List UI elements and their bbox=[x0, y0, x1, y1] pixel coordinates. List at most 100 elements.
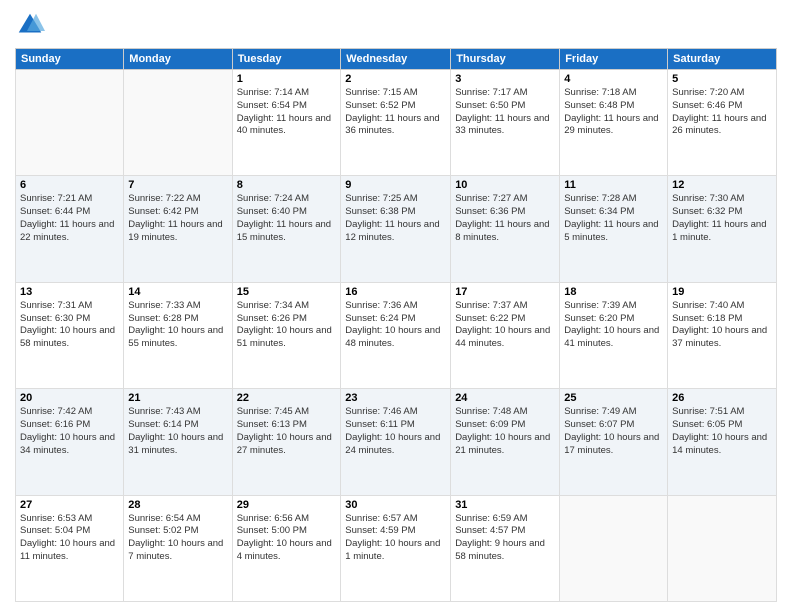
calendar-cell: 9 Sunrise: 7:25 AMSunset: 6:38 PMDaylight… bbox=[341, 176, 451, 282]
day-number: 11 bbox=[564, 179, 663, 191]
calendar-cell: 24Sunrise: 7:48 AMSunset: 6:09 PMDayligh… bbox=[451, 389, 560, 495]
cell-content: Sunrise: 7:22 AMSunset: 6:42 PMDaylight:… bbox=[128, 193, 227, 244]
calendar-cell bbox=[16, 70, 124, 176]
cell-content: Sunrise: 7:27 AMSunset: 6:36 PMDaylight:… bbox=[455, 193, 555, 244]
day-number: 21 bbox=[128, 392, 227, 404]
header-row: SundayMondayTuesdayWednesdayThursdayFrid… bbox=[16, 49, 777, 70]
calendar-cell: 12 Sunrise: 7:30 AMSunset: 6:32 PMDayligh… bbox=[668, 176, 777, 282]
logo bbox=[15, 10, 48, 40]
calendar-cell: 20Sunrise: 7:42 AMSunset: 6:16 PMDayligh… bbox=[16, 389, 124, 495]
cell-content: Sunrise: 7:31 AMSunset: 6:30 PMDaylight:… bbox=[20, 300, 119, 351]
calendar-cell: 26 Sunrise: 7:51 AMSunset: 6:05 PMDayligh… bbox=[668, 389, 777, 495]
day-header-friday: Friday bbox=[560, 49, 668, 70]
cell-content: Sunrise: 7:33 AMSunset: 6:28 PMDaylight:… bbox=[128, 300, 227, 351]
day-number: 18 bbox=[564, 286, 663, 298]
cell-content: Sunrise: 6:53 AMSunset: 5:04 PMDaylight:… bbox=[20, 513, 119, 564]
calendar-cell: 14 Sunrise: 7:33 AMSunset: 6:28 PMDayligh… bbox=[124, 282, 232, 388]
cell-content: Sunrise: 7:51 AMSunset: 6:05 PMDaylight:… bbox=[672, 406, 772, 457]
calendar-cell: 11 Sunrise: 7:28 AMSunset: 6:34 PMDayligh… bbox=[560, 176, 668, 282]
calendar-cell: 10 Sunrise: 7:27 AMSunset: 6:36 PMDayligh… bbox=[451, 176, 560, 282]
calendar-cell bbox=[124, 70, 232, 176]
day-number: 14 bbox=[128, 286, 227, 298]
calendar-cell: 15Sunrise: 7:34 AMSunset: 6:26 PMDayligh… bbox=[232, 282, 341, 388]
calendar-cell: 7 Sunrise: 7:22 AMSunset: 6:42 PMDaylight… bbox=[124, 176, 232, 282]
header bbox=[15, 10, 777, 40]
calendar-week-1: 1 Sunrise: 7:14 AMSunset: 6:54 PMDaylight… bbox=[16, 70, 777, 176]
day-number: 4 bbox=[564, 73, 663, 85]
calendar-table: SundayMondayTuesdayWednesdayThursdayFrid… bbox=[15, 48, 777, 602]
day-number: 2 bbox=[345, 73, 446, 85]
calendar-cell: 30Sunrise: 6:57 AMSunset: 4:59 PMDayligh… bbox=[341, 495, 451, 601]
day-number: 5 bbox=[672, 73, 772, 85]
day-number: 1 bbox=[237, 73, 337, 85]
calendar-cell: 4 Sunrise: 7:18 AMSunset: 6:48 PMDaylight… bbox=[560, 70, 668, 176]
day-number: 29 bbox=[237, 499, 337, 511]
day-header-tuesday: Tuesday bbox=[232, 49, 341, 70]
cell-content: Sunrise: 7:48 AMSunset: 6:09 PMDaylight:… bbox=[455, 406, 555, 457]
cell-content: Sunrise: 6:59 AMSunset: 4:57 PMDaylight:… bbox=[455, 513, 555, 564]
cell-content: Sunrise: 7:25 AMSunset: 6:38 PMDaylight:… bbox=[345, 193, 446, 244]
calendar-cell: 19Sunrise: 7:40 AMSunset: 6:18 PMDayligh… bbox=[668, 282, 777, 388]
calendar-cell: 17 Sunrise: 7:37 AMSunset: 6:22 PMDayligh… bbox=[451, 282, 560, 388]
cell-content: Sunrise: 6:54 AMSunset: 5:02 PMDaylight:… bbox=[128, 513, 227, 564]
page: SundayMondayTuesdayWednesdayThursdayFrid… bbox=[0, 0, 792, 612]
day-header-thursday: Thursday bbox=[451, 49, 560, 70]
day-header-wednesday: Wednesday bbox=[341, 49, 451, 70]
calendar-cell: 28 Sunrise: 6:54 AMSunset: 5:02 PMDayligh… bbox=[124, 495, 232, 601]
calendar-cell: 23 Sunrise: 7:46 AMSunset: 6:11 PMDayligh… bbox=[341, 389, 451, 495]
day-number: 15 bbox=[237, 286, 337, 298]
cell-content: Sunrise: 6:57 AMSunset: 4:59 PMDaylight:… bbox=[345, 513, 446, 564]
cell-content: Sunrise: 7:37 AMSunset: 6:22 PMDaylight:… bbox=[455, 300, 555, 351]
calendar-cell: 21 Sunrise: 7:43 AMSunset: 6:14 PMDayligh… bbox=[124, 389, 232, 495]
cell-content: Sunrise: 7:24 AMSunset: 6:40 PMDaylight:… bbox=[237, 193, 337, 244]
day-number: 23 bbox=[345, 392, 446, 404]
calendar-cell: 6 Sunrise: 7:21 AMSunset: 6:44 PMDaylight… bbox=[16, 176, 124, 282]
cell-content: Sunrise: 7:15 AMSunset: 6:52 PMDaylight:… bbox=[345, 87, 446, 138]
cell-content: Sunrise: 7:28 AMSunset: 6:34 PMDaylight:… bbox=[564, 193, 663, 244]
cell-content: Sunrise: 7:18 AMSunset: 6:48 PMDaylight:… bbox=[564, 87, 663, 138]
day-number: 10 bbox=[455, 179, 555, 191]
day-number: 9 bbox=[345, 179, 446, 191]
cell-content: Sunrise: 7:30 AMSunset: 6:32 PMDaylight:… bbox=[672, 193, 772, 244]
day-number: 7 bbox=[128, 179, 227, 191]
cell-content: Sunrise: 7:46 AMSunset: 6:11 PMDaylight:… bbox=[345, 406, 446, 457]
day-header-saturday: Saturday bbox=[668, 49, 777, 70]
calendar-cell: 16Sunrise: 7:36 AMSunset: 6:24 PMDayligh… bbox=[341, 282, 451, 388]
calendar-cell: 2 Sunrise: 7:15 AMSunset: 6:52 PMDaylight… bbox=[341, 70, 451, 176]
calendar-week-5: 27 Sunrise: 6:53 AMSunset: 5:04 PMDayligh… bbox=[16, 495, 777, 601]
day-number: 6 bbox=[20, 179, 119, 191]
cell-content: Sunrise: 7:17 AMSunset: 6:50 PMDaylight:… bbox=[455, 87, 555, 138]
calendar-cell: 22Sunrise: 7:45 AMSunset: 6:13 PMDayligh… bbox=[232, 389, 341, 495]
calendar-cell bbox=[668, 495, 777, 601]
cell-content: Sunrise: 6:56 AMSunset: 5:00 PMDaylight:… bbox=[237, 513, 337, 564]
calendar-cell: 31 Sunrise: 6:59 AMSunset: 4:57 PMDayligh… bbox=[451, 495, 560, 601]
day-number: 20 bbox=[20, 392, 119, 404]
day-number: 17 bbox=[455, 286, 555, 298]
cell-content: Sunrise: 7:45 AMSunset: 6:13 PMDaylight:… bbox=[237, 406, 337, 457]
day-header-sunday: Sunday bbox=[16, 49, 124, 70]
day-header-monday: Monday bbox=[124, 49, 232, 70]
day-number: 13 bbox=[20, 286, 119, 298]
calendar-cell: 18 Sunrise: 7:39 AMSunset: 6:20 PMDayligh… bbox=[560, 282, 668, 388]
calendar-week-4: 20Sunrise: 7:42 AMSunset: 6:16 PMDayligh… bbox=[16, 389, 777, 495]
calendar-cell: 25Sunrise: 7:49 AMSunset: 6:07 PMDayligh… bbox=[560, 389, 668, 495]
day-number: 28 bbox=[128, 499, 227, 511]
cell-content: Sunrise: 7:21 AMSunset: 6:44 PMDaylight:… bbox=[20, 193, 119, 244]
day-number: 26 bbox=[672, 392, 772, 404]
cell-content: Sunrise: 7:20 AMSunset: 6:46 PMDaylight:… bbox=[672, 87, 772, 138]
calendar-cell: 8 Sunrise: 7:24 AMSunset: 6:40 PMDaylight… bbox=[232, 176, 341, 282]
day-number: 27 bbox=[20, 499, 119, 511]
cell-content: Sunrise: 7:36 AMSunset: 6:24 PMDaylight:… bbox=[345, 300, 446, 351]
day-number: 3 bbox=[455, 73, 555, 85]
day-number: 25 bbox=[564, 392, 663, 404]
calendar-week-2: 6 Sunrise: 7:21 AMSunset: 6:44 PMDaylight… bbox=[16, 176, 777, 282]
cell-content: Sunrise: 7:39 AMSunset: 6:20 PMDaylight:… bbox=[564, 300, 663, 351]
cell-content: Sunrise: 7:40 AMSunset: 6:18 PMDaylight:… bbox=[672, 300, 772, 351]
day-number: 31 bbox=[455, 499, 555, 511]
cell-content: Sunrise: 7:43 AMSunset: 6:14 PMDaylight:… bbox=[128, 406, 227, 457]
day-number: 8 bbox=[237, 179, 337, 191]
calendar-cell: 13 Sunrise: 7:31 AMSunset: 6:30 PMDayligh… bbox=[16, 282, 124, 388]
day-number: 12 bbox=[672, 179, 772, 191]
calendar-cell bbox=[560, 495, 668, 601]
cell-content: Sunrise: 7:14 AMSunset: 6:54 PMDaylight:… bbox=[237, 87, 337, 138]
